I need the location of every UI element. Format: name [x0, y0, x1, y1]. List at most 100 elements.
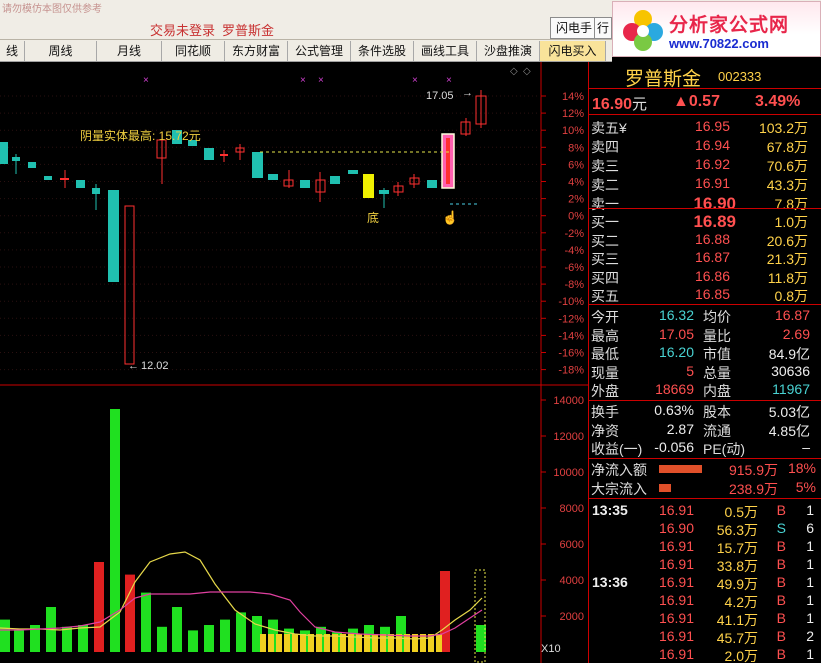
flow-value: 238.9万: [728, 481, 778, 497]
tab-week-line[interactable]: 周线: [25, 41, 97, 61]
bid-label: 买二: [591, 232, 619, 249]
ask-row[interactable]: 卖二 16.91 43.3万: [589, 175, 821, 193]
candle: [330, 176, 340, 184]
tick-volume: 0.5万: [724, 504, 758, 520]
signal-x-marker: ×: [318, 75, 324, 86]
tick-time: 13:35: [592, 502, 628, 518]
flow-pct: 18%: [787, 460, 816, 476]
fundamental-row: 净资 2.87 流通 4.85亿: [589, 421, 821, 439]
volume-bar: [204, 625, 214, 652]
volume-axis-label: 14000: [553, 395, 584, 407]
bid-volume: 0.8万: [774, 288, 808, 304]
bearish-body-high-annotation: 阴量实体最高: 15.72元: [80, 128, 201, 143]
current-price: 16.90元: [592, 96, 648, 113]
flower-logo-icon: [623, 10, 663, 51]
price-axis-label: -12%: [558, 313, 584, 325]
tick-side: B: [776, 628, 786, 644]
tick-row[interactable]: 16.91 33.8万 B 1: [589, 556, 821, 574]
price-axis-label: 8%: [568, 142, 584, 154]
tab-sandbox-simulation[interactable]: 沙盘推演: [477, 41, 540, 61]
tick-count: 1: [806, 646, 814, 662]
bid-row[interactable]: 买三 16.87 21.3万: [589, 249, 821, 267]
fundamental-label: 收益(一): [591, 441, 643, 457]
ask-row[interactable]: 卖五¥ 16.95 103.2万: [589, 118, 821, 136]
candle: [204, 148, 214, 160]
price-axis-label: 6%: [568, 159, 584, 171]
stat-row: 外盘 18669 内盘 11967: [589, 381, 821, 399]
stat-label: 总量: [703, 364, 731, 381]
tick-row[interactable]: 16.90 56.3万 S 6: [589, 520, 821, 538]
tick-volume: 2.0万: [724, 648, 758, 663]
tick-volume: 15.7万: [716, 540, 758, 556]
volume-bar-small: [300, 634, 306, 652]
tick-count: 6: [806, 520, 814, 536]
tab-flash-buy[interactable]: 闪电买入: [540, 41, 606, 61]
ask-volume: 7.8万: [774, 196, 808, 212]
chart-diamond-icon[interactable]: ◇: [510, 66, 518, 77]
tick-row[interactable]: 16.91 2.0万 B 1: [589, 646, 821, 663]
ask-price: 16.95: [694, 118, 730, 134]
tick-row[interactable]: 13:35 16.91 0.5万 B 1: [589, 502, 821, 520]
bid-volume: 21.3万: [766, 251, 808, 267]
tab-month-line[interactable]: 月线: [97, 41, 162, 61]
tick-side: B: [776, 556, 786, 572]
tick-count: 1: [806, 556, 814, 572]
tab-drawing-tools[interactable]: 画线工具: [414, 41, 477, 61]
stat-value: 16.20: [658, 344, 694, 360]
login-status[interactable]: 交易未登录: [150, 20, 215, 39]
ask-price: 16.92: [694, 156, 730, 172]
candle-yellow: [363, 174, 374, 198]
volume-bar: [236, 612, 246, 652]
volume-bar: [14, 630, 24, 652]
logo-brand: 分析家公式网: [669, 15, 790, 36]
bid-row[interactable]: 买四 16.86 11.8万: [589, 268, 821, 286]
tick-row[interactable]: 16.91 4.2万 B 1: [589, 592, 821, 610]
tab-tonghuashun[interactable]: 同花顺: [162, 41, 225, 61]
tick-row[interactable]: 13:36 16.91 49.9万 B 1: [589, 574, 821, 592]
tab-stock-screener[interactable]: 条件选股: [351, 41, 414, 61]
volume-axis-label: 2000: [560, 611, 584, 623]
flow-bar: [659, 484, 671, 492]
tick-side: B: [776, 592, 786, 608]
bid-price: 16.85: [694, 286, 730, 302]
bid-row[interactable]: 买五 16.85 0.8万: [589, 286, 821, 304]
stat-value: 17.05: [658, 325, 694, 342]
bid-row[interactable]: 买二 16.88 20.6万: [589, 231, 821, 249]
tick-row[interactable]: 16.91 41.1万 B 1: [589, 610, 821, 628]
stat-label: 最高: [591, 327, 619, 344]
fundamental-label: PE(动): [703, 441, 745, 457]
volume-bar: [188, 630, 198, 652]
candle: [12, 157, 20, 161]
quote-button[interactable]: 行: [594, 17, 612, 39]
ask-row[interactable]: 卖四 16.94 67.8万: [589, 137, 821, 155]
tab-day-line[interactable]: 线: [0, 41, 25, 61]
tab-eastmoney[interactable]: 东方财富: [225, 41, 288, 61]
ask-row[interactable]: 卖一 16.90 7.8万: [589, 194, 821, 213]
kline-chart-panel[interactable]: 14% 12% 10% 8% 6% 4% 2% 0% -2% -4% -6% -8% -10% -12% -…: [0, 62, 588, 663]
bid-row[interactable]: 买一 16.89 1.0万: [589, 212, 821, 231]
tick-row[interactable]: 16.91 15.7万 B 1: [589, 538, 821, 556]
flow-value: 915.9万: [728, 462, 778, 478]
tick-price: 16.91: [658, 610, 694, 626]
bid-label: 买三: [591, 251, 619, 267]
candle: [427, 180, 437, 188]
kline-chart-svg[interactable]: 14% 12% 10% 8% 6% 4% 2% 0% -2% -4% -6% -8% -10% -12% -…: [0, 62, 588, 663]
volume-bar-small: [284, 634, 290, 652]
bid-price: 16.89: [693, 212, 736, 231]
candle: [28, 162, 36, 168]
flash-trade-button[interactable]: 闪电手: [550, 17, 599, 39]
quote-panel: 罗普斯金 002333 16.90元 ▲0.57 3.49% 卖五¥ 16.95 1…: [588, 62, 821, 663]
hand-pointer-icon: ☝: [442, 209, 458, 226]
tick-price: 16.91: [658, 628, 694, 644]
tick-side: B: [776, 646, 786, 662]
volume-bar: [220, 619, 230, 652]
tick-row[interactable]: 16.91 45.7万 B 2: [589, 628, 821, 646]
tab-formula-manager[interactable]: 公式管理: [288, 41, 351, 61]
fundamental-value: –: [802, 439, 810, 455]
tick-side: S: [776, 520, 786, 536]
ask-row[interactable]: 卖三 16.92 70.6万: [589, 156, 821, 174]
chart-diamond-icon-2[interactable]: ◇: [523, 66, 531, 77]
stat-label: 最低: [591, 346, 619, 362]
volume-bar-small: [380, 634, 386, 652]
stat-row: 最高 17.05 量比 2.69: [589, 326, 821, 344]
